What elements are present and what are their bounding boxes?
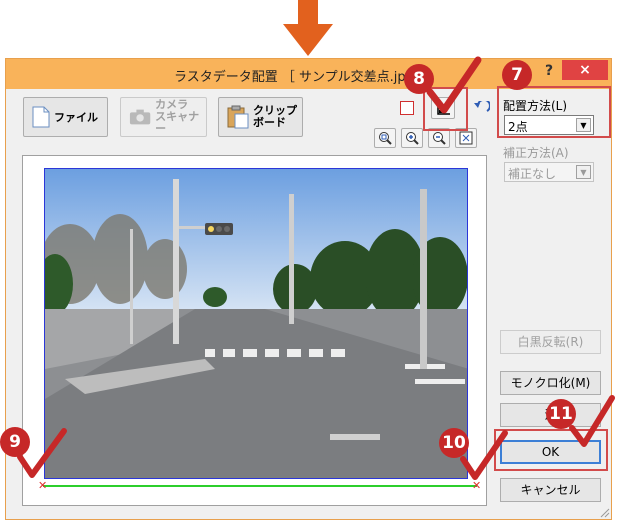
- image-canvas[interactable]: ✕ ✕: [22, 155, 487, 506]
- cancel-button[interactable]: キャンセル: [500, 478, 601, 502]
- file-icon: [32, 106, 50, 128]
- check-mark-icon: [17, 428, 67, 478]
- correction-method-value: 補正なし: [508, 167, 557, 181]
- camera-label-line2: スキャナー: [155, 110, 200, 135]
- intersection-photo-image: [45, 169, 467, 478]
- zoom-fit-button[interactable]: [374, 128, 396, 148]
- close-button[interactable]: ×: [562, 60, 608, 80]
- highlight-placement-method: [497, 86, 611, 138]
- clipboard-label-line2: ボード: [253, 116, 286, 129]
- check-mark-icon: [426, 56, 482, 114]
- photo-intersection: [44, 168, 468, 479]
- correction-method-label: 補正方法(A): [503, 146, 569, 160]
- baseline-line: [43, 485, 477, 487]
- fit-window-button[interactable]: [455, 128, 477, 148]
- check-mark-icon: [569, 395, 615, 447]
- zoom-fit-icon: [379, 132, 392, 145]
- dialog-title: ラスタデータ配置 ［ サンプル交差点.jpg ］: [174, 70, 431, 85]
- correction-method-select[interactable]: 補正なし ▼: [504, 162, 594, 182]
- clipboard-button[interactable]: クリップ ボード: [218, 97, 303, 137]
- point-marker-left: ✕: [38, 479, 48, 492]
- resize-grip-icon[interactable]: [598, 506, 610, 518]
- rectangle-tool-icon[interactable]: [400, 101, 414, 115]
- down-arrow-icon: [283, 0, 333, 56]
- chevron-down-icon: ▼: [576, 165, 591, 179]
- camera-icon: [129, 109, 151, 125]
- zoom-in-icon: [406, 132, 419, 145]
- clipboard-icon: [227, 105, 249, 129]
- clipboard-label: クリップ ボード: [253, 105, 297, 129]
- camera-scanner-label: カメラ スキャナー: [155, 99, 206, 135]
- zoom-out-icon: [433, 132, 446, 145]
- fit-window-icon: [459, 131, 473, 145]
- camera-scanner-button[interactable]: カメラ スキャナー: [120, 97, 207, 137]
- file-button-label: ファイル: [54, 111, 98, 124]
- step-badge-7: 7: [502, 60, 532, 90]
- zoom-in-button[interactable]: [401, 128, 423, 148]
- help-button[interactable]: ?: [545, 63, 553, 79]
- check-mark-icon: [460, 430, 508, 480]
- invert-button[interactable]: 白黒反転(R): [500, 330, 601, 354]
- zoom-out-button[interactable]: [428, 128, 450, 148]
- file-button[interactable]: ファイル: [23, 97, 108, 137]
